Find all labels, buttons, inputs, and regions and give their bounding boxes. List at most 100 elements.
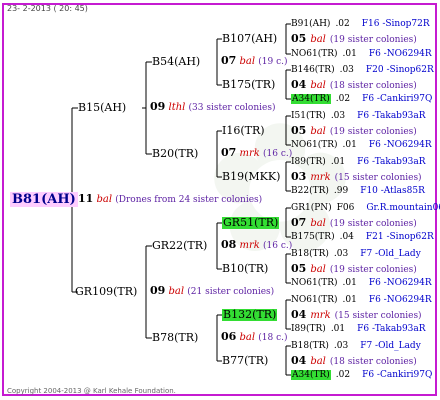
gen4-value: F06 — [336, 203, 355, 213]
queen-gr109-info: 09 bal (21 sister colonies) — [150, 285, 274, 298]
gen4-name[interactable]: B175(TR) — [291, 232, 335, 242]
gen4-location: F6 -NO6294R — [368, 49, 432, 59]
gen: 07 — [221, 54, 237, 67]
type: bal — [310, 126, 326, 137]
gen4-name[interactable]: B18(TR) — [291, 249, 329, 259]
note: (15 sister colonies) — [334, 311, 422, 321]
queen-b54-info: 07 bal (19 c.) — [221, 55, 288, 68]
note: (18 c.) — [258, 333, 288, 343]
gen4-location: F6 -NO6294R — [368, 295, 432, 305]
gen4-value: .02 — [335, 94, 351, 104]
gen: 09 — [150, 284, 166, 297]
gen4-name[interactable]: GR1(PN) — [291, 203, 332, 213]
gen3-info: 04 mrk (15 sister colonies) — [291, 309, 422, 322]
gen4-name[interactable]: NO61(TR) — [291, 49, 338, 59]
gen: 05 — [291, 262, 307, 275]
gen: 04 — [291, 78, 307, 91]
queen-gen3-0[interactable]: B107(AH) — [222, 33, 277, 45]
queen-gr109[interactable]: GR109(TR) — [75, 286, 137, 298]
root-type: bal — [96, 194, 113, 205]
gen4-name[interactable]: NO61(TR) — [291, 140, 338, 150]
gen4-name[interactable]: I51(TR) — [291, 111, 326, 121]
gen4-name[interactable]: NO61(TR) — [291, 295, 338, 305]
gen4-name[interactable]: NO61(TR) — [291, 278, 338, 288]
queen-b15[interactable]: B15(AH) — [78, 102, 126, 114]
note: (16 c.) — [263, 241, 293, 251]
type: bal — [168, 286, 185, 297]
gen4-location: F20 -Sinop62R — [365, 65, 434, 75]
gen4-name[interactable]: B91(AH) — [291, 19, 330, 29]
type: bal — [310, 218, 326, 229]
gen4-location: Gr.R.mountain06Q — [366, 203, 440, 213]
gen4-value: .03 — [333, 341, 349, 351]
gen3-info: 04 bal (18 sister colonies) — [291, 79, 417, 92]
queen-b54[interactable]: B54(AH) — [152, 56, 200, 68]
gen4-location: F6 -Takab93aR — [357, 157, 426, 167]
type: mrk — [239, 148, 260, 159]
queen-b20[interactable]: B20(TR) — [152, 148, 198, 160]
queen-gen3-7[interactable]: B77(TR) — [222, 355, 268, 367]
gen4-row: B175(TR) .04 F21 -Sinop62R — [291, 231, 434, 243]
gen4-value: .02 — [335, 19, 350, 29]
gen4-location: F6 -Cankiri97Q — [362, 94, 433, 104]
type: bal — [310, 356, 326, 367]
type: mrk — [310, 172, 331, 183]
gen4-name[interactable]: B146(TR) — [291, 65, 335, 75]
gen: 06 — [221, 330, 237, 343]
gen3-info: 04 bal (18 sister colonies) — [291, 355, 417, 368]
root-info: 11 bal (Drones from 24 sister colonies) — [78, 193, 262, 206]
gen4-name[interactable]: A34(TR) — [291, 94, 331, 104]
gen4-row: B91(AH) .02 F16 -Sinop72R — [291, 18, 430, 30]
gen4-name[interactable]: B22(TR) — [291, 186, 329, 196]
note: (19 sister colonies) — [329, 35, 417, 45]
note: (19 sister colonies) — [329, 265, 417, 275]
gen4-name[interactable]: A34(TR) — [291, 370, 331, 380]
gen4-value: .01 — [330, 157, 346, 167]
gen4-location: F7 -Old_Lady — [360, 341, 421, 351]
gen4-value: .03 — [330, 111, 346, 121]
queen-gr22[interactable]: GR22(TR) — [152, 240, 207, 252]
queen-gen3-2[interactable]: I16(TR) — [222, 125, 265, 137]
gen4-value: .02 — [335, 370, 351, 380]
gen: 09 — [150, 100, 166, 113]
gen4-row: GR1(PN) F06 Gr.R.mountain06Q — [291, 202, 440, 214]
gen4-row: A34(TR) .02 F6 -Cankiri97Q — [291, 93, 432, 105]
note: (21 sister colonies) — [187, 287, 275, 297]
type: bal — [310, 264, 326, 275]
gen4-value: .03 — [339, 65, 354, 75]
gen4-row: NO61(TR) .01 F6 -NO6294R — [291, 277, 432, 289]
gen4-row: I89(TR) .01 F6 -Takab93aR — [291, 323, 426, 335]
gen4-row: I89(TR) .01 F6 -Takab93aR — [291, 156, 426, 168]
gen4-value: .01 — [330, 324, 346, 334]
gen4-row: B22(TR) .99 F10 -Atlas85R — [291, 185, 425, 197]
queen-gen3-1[interactable]: B175(TR) — [222, 79, 275, 91]
gen4-location: F6 -NO6294R — [368, 140, 432, 150]
gen: 05 — [291, 124, 307, 137]
queen-b78[interactable]: B78(TR) — [152, 332, 198, 344]
gen: 04 — [291, 308, 307, 321]
type: bal — [239, 332, 256, 343]
gen4-location: F6 -Cankiri97Q — [362, 370, 433, 380]
note: (15 sister colonies) — [334, 173, 422, 183]
queen-gen3-3[interactable]: B19(MKK) — [222, 171, 280, 183]
gen4-row: NO61(TR) .01 F6 -NO6294R — [291, 48, 432, 60]
type: bal — [310, 34, 326, 45]
gen4-name[interactable]: B18(TR) — [291, 341, 329, 351]
queen-gen3-4[interactable]: GR51(TR) — [222, 217, 280, 229]
queen-gen3-6[interactable]: B132(TR) — [222, 309, 278, 321]
gen4-name[interactable]: I89(TR) — [291, 324, 326, 334]
gen4-location: F21 -Sinop62R — [365, 232, 434, 242]
gen4-row: B18(TR) .03 F7 -Old_Lady — [291, 248, 421, 260]
gen4-value: .03 — [333, 249, 349, 259]
footer-copyright: Copyright 2004-2013 @ Karl Kehale Founda… — [7, 387, 176, 395]
gen4-location: F7 -Old_Lady — [360, 249, 421, 259]
gen: 05 — [291, 32, 307, 45]
queen-gen3-5[interactable]: B10(TR) — [222, 263, 268, 275]
gen3-info: 05 bal (19 sister colonies) — [291, 125, 417, 138]
gen4-value: .01 — [342, 49, 357, 59]
root-colony[interactable]: B81(AH) — [10, 192, 78, 207]
queen-b78-info: 06 bal (18 c.) — [221, 331, 288, 344]
gen4-location: F10 -Atlas85R — [360, 186, 425, 196]
note: (18 sister colonies) — [329, 357, 417, 367]
gen4-name[interactable]: I89(TR) — [291, 157, 326, 167]
